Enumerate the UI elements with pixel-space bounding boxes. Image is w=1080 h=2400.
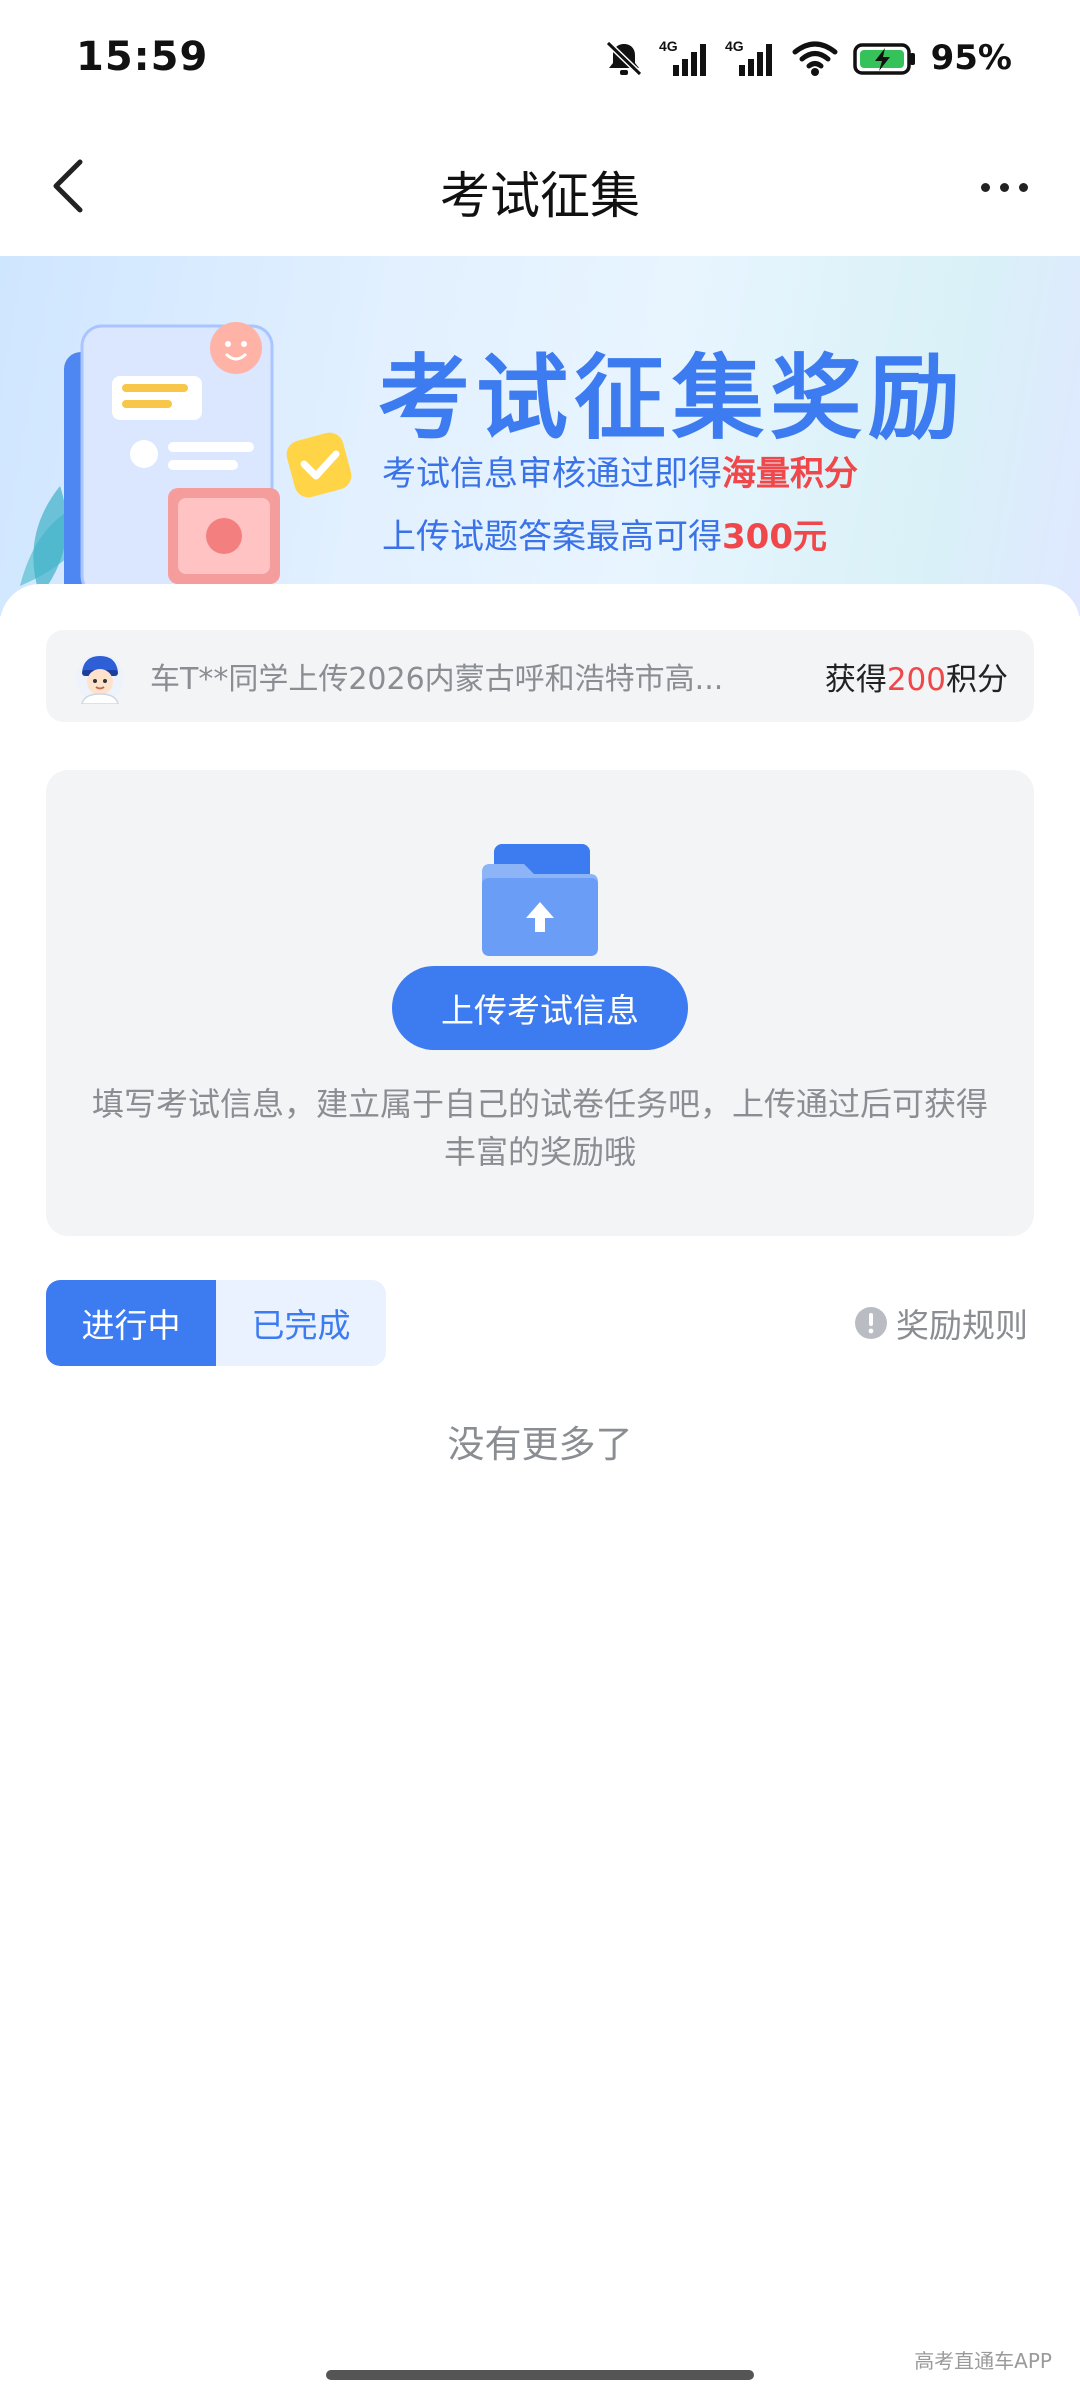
status-bar: 15:59 4G 4G 95%: [0, 0, 1080, 118]
app-watermark: 高考直通车APP: [914, 2349, 1052, 2373]
activity-ticker[interactable]: 车T**同学上传2026内蒙古呼和浩特市高... 获得200积分: [46, 630, 1034, 722]
ticker-reward-suffix: 积分: [946, 662, 1008, 698]
mute-icon: [605, 40, 642, 77]
more-button[interactable]: [964, 162, 1044, 212]
status-icons: 4G 4G 95%: [603, 34, 1012, 82]
ticker-reward-prefix: 获得: [824, 662, 887, 698]
banner-title: 考试征集奖励: [378, 345, 967, 452]
banner-line-2-highlight: 300元: [722, 517, 827, 557]
banner-line-1-highlight: 海量积分: [722, 454, 858, 494]
battery-percent: 95%: [930, 38, 1012, 78]
content-sheet: 车T**同学上传2026内蒙古呼和浩特市高... 获得200积分 上传考试信息 …: [0, 584, 1080, 2400]
svg-text:4G: 4G: [659, 38, 678, 54]
upload-card: 上传考试信息 填写考试信息，建立属于自己的试卷任务吧，上传通过后可获得丰富的奖励…: [46, 770, 1034, 1236]
wifi-icon: [792, 41, 838, 76]
status-time: 15:59: [76, 34, 209, 80]
list-empty-text: 没有更多了: [447, 1423, 633, 1466]
info-icon: [855, 1307, 887, 1339]
banner-line-1-text: 考试信息审核通过即得: [382, 454, 722, 494]
folder-upload-icon: [482, 844, 598, 956]
ticker-message: 车T**同学上传2026内蒙古呼和浩特市高...: [150, 662, 724, 697]
avatar: [76, 654, 124, 704]
promo-banner[interactable]: 考试征集奖励 考试信息审核通过即得海量积分 上传试题答案最高可得300元: [0, 256, 1080, 616]
upload-exam-info-button[interactable]: 上传考试信息: [392, 966, 688, 1050]
banner-illustration: [20, 322, 352, 602]
4g-signal-icon: 4G: [659, 38, 706, 76]
banner-line-1: 考试信息审核通过即得海量积分: [382, 446, 858, 495]
banner-line-2-text: 上传试题答案最高可得: [382, 517, 722, 557]
reward-rules-label: 奖励规则: [896, 1306, 1028, 1345]
nav-bar: 考试征集: [0, 118, 1080, 256]
status-tabs: 进行中 已完成: [46, 1280, 386, 1366]
4g-signal-icon: 4G: [725, 38, 772, 76]
tab-completed[interactable]: 已完成: [216, 1280, 386, 1366]
tab-in-progress[interactable]: 进行中: [46, 1280, 216, 1366]
ticker-reward: 获得200积分: [825, 654, 1008, 699]
ticker-reward-points: 200: [886, 662, 946, 698]
upload-description: 填写考试信息，建立属于自己的试卷任务吧，上传通过后可获得丰富的奖励哦: [91, 1085, 988, 1171]
svg-text:4G: 4G: [725, 38, 744, 54]
banner-line-2: 上传试题答案最高可得300元: [382, 509, 827, 558]
more-horizontal-icon: [980, 182, 990, 192]
reward-rules-link[interactable]: 奖励规则: [854, 1300, 1028, 1346]
home-indicator[interactable]: [326, 2370, 754, 2380]
page-title: 考试征集: [440, 167, 640, 225]
battery-charging-icon: [852, 43, 915, 75]
